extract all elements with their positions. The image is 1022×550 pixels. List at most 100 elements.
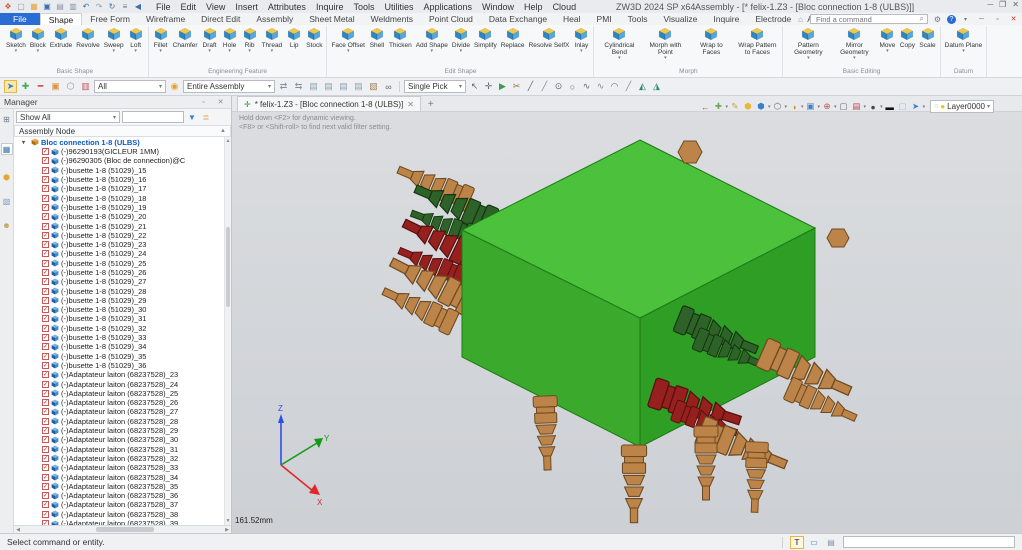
manager-tab-regen[interactable]: ⊞ [1, 113, 13, 125]
add-selection-icon[interactable]: ✚ [19, 80, 32, 93]
ribbon-restore-icon[interactable]: ▫ [991, 13, 1004, 26]
black-swatch-icon[interactable]: ▬ [884, 101, 896, 113]
ribbon-button-stock[interactable]: Stock [304, 26, 324, 49]
pan-rotate-icon[interactable]: ✚ [712, 101, 724, 113]
undo-icon[interactable]: ↶ [81, 0, 91, 13]
ribbon-button-scale[interactable]: Scale [917, 26, 937, 49]
tab-close-icon[interactable]: ✕ [407, 100, 414, 109]
checkbox-checked-icon[interactable]: ✓ [42, 297, 49, 304]
ribbon-button-simplify[interactable]: Simplify [472, 26, 499, 49]
remove-selection-icon[interactable]: ━ [34, 80, 47, 93]
menu-tools[interactable]: Tools [348, 2, 379, 12]
ribbon-button-face-offset[interactable]: Face Offset▾ [329, 26, 366, 54]
ribbon-button-draft[interactable]: Draft▾ [200, 26, 220, 54]
ribbon-tab-inquire[interactable]: Inquire [705, 13, 747, 25]
tree-item[interactable]: ✓(-)Adaptateur laiton (68237528)_29 [14, 426, 224, 435]
checkbox-checked-icon[interactable]: ✓ [42, 213, 49, 220]
ribbon-button-inlay[interactable]: Inlay▾ [571, 26, 591, 54]
tree-item[interactable]: ✓(-)Adaptateur laiton (68237528)_31 [14, 445, 224, 454]
checkbox-checked-icon[interactable]: ✓ [42, 260, 49, 267]
background-swatch-icon[interactable]: ▢ [897, 101, 909, 113]
scroll-right-arrow-icon[interactable]: ▶ [223, 526, 231, 533]
tree-item[interactable]: ✓(-)Adaptateur laiton (68237528)_24 [14, 379, 224, 388]
checkbox-checked-icon[interactable]: ✓ [42, 353, 49, 360]
ribbon-button-divide[interactable]: Divide▾ [450, 26, 472, 54]
customize-icon[interactable]: ≡ [120, 0, 130, 13]
checkbox-checked-icon[interactable]: ✓ [42, 278, 49, 285]
ribbon-minimize-icon[interactable]: ─ [975, 13, 988, 26]
home-icon[interactable]: ⌂ [794, 13, 807, 26]
manager-tab-visual[interactable]: ▧ [1, 195, 13, 207]
snap-face2-icon[interactable]: ◮ [650, 80, 663, 93]
tree-item[interactable]: ✓(-)Adaptateur laiton (68237528)_32 [14, 454, 224, 463]
tree-item[interactable]: ✓(-)busette 1-8 (51029)_26 [14, 268, 224, 277]
ribbon-button-block[interactable]: Block▾ [28, 26, 48, 54]
checkbox-checked-icon[interactable]: ✓ [42, 306, 49, 313]
tree-item[interactable]: ✓(-)Adaptateur laiton (68237528)_36 [14, 491, 224, 500]
shaded-mode-icon[interactable]: ⬢ [755, 101, 767, 113]
snap-spline-icon[interactable]: ∿ [594, 80, 607, 93]
ribbon-button-fillet[interactable]: Fillet▾ [151, 26, 171, 54]
checkbox-checked-icon[interactable]: ✓ [42, 436, 49, 443]
scroll-left-arrow-icon[interactable]: ◀ [14, 526, 22, 533]
ribbon-close-icon[interactable]: ✕ [1007, 13, 1020, 26]
checkbox-checked-icon[interactable]: ✓ [42, 474, 49, 481]
snap-arrow-icon[interactable]: ↖ [468, 80, 481, 93]
checkbox-checked-icon[interactable]: ✓ [42, 176, 49, 183]
tree-item[interactable]: ✓(-)busette 1-8 (51029)_27 [14, 277, 224, 286]
ribbon-tab-file[interactable]: File [0, 13, 40, 25]
tree-item[interactable]: ✓(-)Adaptateur laiton (68237528)_27 [14, 407, 224, 416]
ribbon-tab-tools[interactable]: Tools [620, 13, 656, 25]
checkbox-checked-icon[interactable]: ✓ [42, 483, 49, 490]
lasso-select-icon[interactable]: ⬡ [64, 80, 77, 93]
snap-face-icon[interactable]: ◭ [636, 80, 649, 93]
ribbon-button-wrap-to-faces[interactable]: Wrap to Faces [688, 26, 734, 56]
ribbon-tab-shape[interactable]: Shape [40, 13, 83, 25]
tree-item[interactable]: ✓(-)busette 1-8 (51029)_36 [14, 361, 224, 370]
ribbon-button-add-shape[interactable]: Add Shape▾ [414, 26, 450, 54]
checkbox-checked-icon[interactable]: ✓ [42, 223, 49, 230]
constraint-link-icon[interactable]: ⇄ [277, 80, 290, 93]
ribbon-button-move[interactable]: Move▾ [877, 26, 897, 54]
shade-box-icon[interactable]: ⬢ [742, 101, 754, 113]
ribbon-button-extrude[interactable]: Extrude [48, 26, 74, 49]
tree-item[interactable]: ✓(-)busette 1-8 (51029)_25 [14, 259, 224, 268]
tree-horizontal-scrollbar[interactable]: ◀ ▶ [14, 525, 231, 533]
scroll-down-arrow-icon[interactable]: ▼ [225, 517, 231, 525]
ribbon-tab-data-exchange[interactable]: Data Exchange [481, 13, 555, 25]
snap-point-icon[interactable]: ✛ [482, 80, 495, 93]
ribbon-tab-assembly[interactable]: Assembly [248, 13, 301, 25]
snap-line-icon[interactable]: ╱ [524, 80, 537, 93]
panel-toggle-icon[interactable]: ▤ [824, 536, 838, 549]
ribbon-tab-pmi[interactable]: PMI [589, 13, 620, 25]
new-file-icon[interactable]: ▢ [16, 0, 26, 13]
checkbox-checked-icon[interactable]: ✓ [42, 408, 49, 415]
menu-attributes[interactable]: Attributes [263, 2, 311, 12]
tree-search-input[interactable] [122, 111, 184, 123]
tree-root-item[interactable]: ▾ Bloc connection 1-8 (ULBS) [14, 137, 224, 147]
constraint-unlink-icon[interactable]: ⇆ [292, 80, 305, 93]
pick-mode-dropdown[interactable]: Single Pick▾ [404, 80, 466, 93]
snap-line2-icon[interactable]: ╱ [538, 80, 551, 93]
tree-item[interactable]: ✓(-)Adaptateur laiton (68237528)_26 [14, 398, 224, 407]
app-logo-icon[interactable]: ❖ [3, 0, 13, 13]
tree-item[interactable]: ✓(-)Adaptateur laiton (68237528)_38 [14, 510, 224, 519]
checkbox-checked-icon[interactable]: ✓ [42, 511, 49, 518]
menu-inquire[interactable]: Inquire [311, 2, 349, 12]
ribbon-tab-sheet-metal[interactable]: Sheet Metal [301, 13, 362, 25]
regen-icon[interactable]: ↻ [107, 0, 117, 13]
hose-fitting-brass[interactable] [621, 445, 646, 523]
back-history-icon[interactable]: ◀ [133, 0, 143, 13]
menu-window[interactable]: Window [477, 2, 519, 12]
wireframe-mode-icon[interactable]: ⬡ [771, 101, 783, 113]
tree-item[interactable]: ✓(-)Adaptateur laiton (68237528)_28 [14, 417, 224, 426]
tree-item[interactable]: ✓(-)96290193(GICLEUR 1MM) [14, 147, 224, 156]
layer-dropdown[interactable]: ○ ● Layer0000 ▾ [930, 100, 994, 113]
checkbox-checked-icon[interactable]: ✓ [42, 250, 49, 257]
ribbon-button-cylindrical-bend[interactable]: Cylindrical Bend▾ [596, 26, 642, 61]
hex-plug[interactable] [678, 141, 702, 163]
hex-plug[interactable] [827, 229, 849, 247]
ribbon-button-loft[interactable]: Loft▾ [126, 26, 146, 54]
ribbon-button-thicken[interactable]: Thicken [387, 26, 414, 49]
manager-tab-role[interactable]: ☻ [1, 219, 13, 231]
